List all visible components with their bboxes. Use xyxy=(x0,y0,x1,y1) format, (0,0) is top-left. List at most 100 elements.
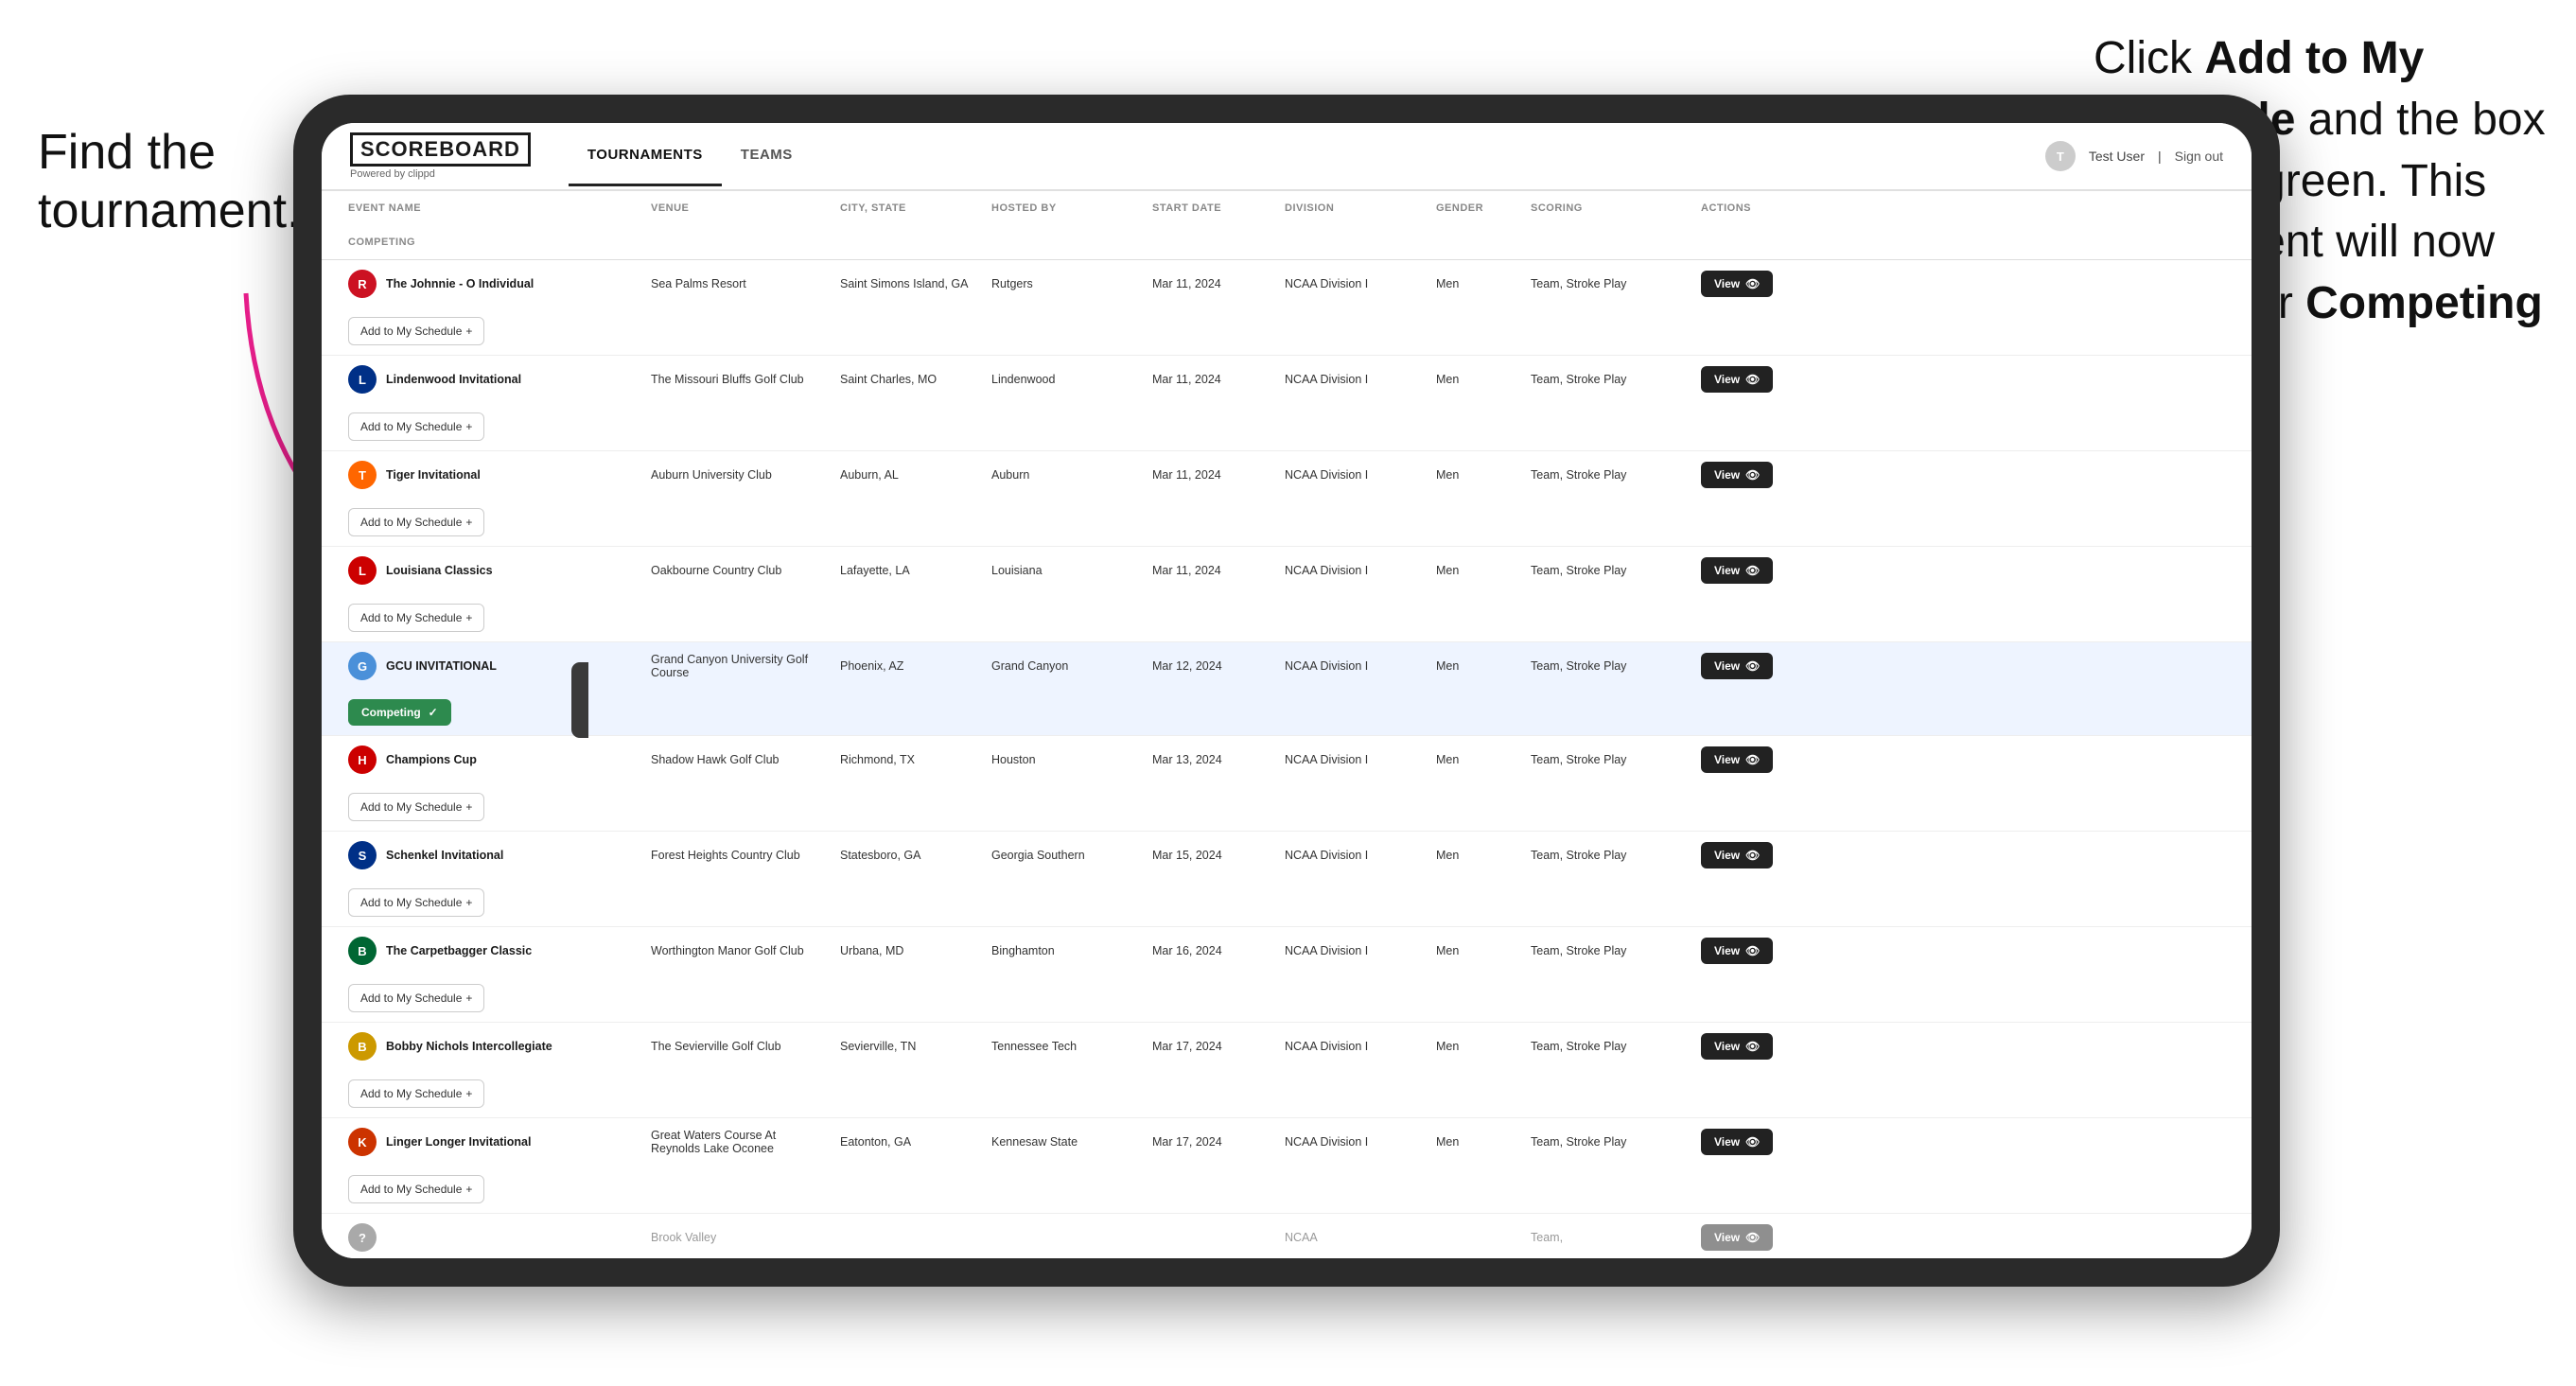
td-hosted: Louisiana xyxy=(984,554,1145,587)
competing-button[interactable]: Competing ✓ xyxy=(348,699,451,726)
td-scoring: Team, xyxy=(1523,1221,1693,1254)
check-icon: ✓ xyxy=(429,706,438,719)
td-gender: Men xyxy=(1428,650,1523,682)
eye-icon: 👁 xyxy=(1745,1231,1760,1244)
view-button[interactable]: View 👁 xyxy=(1701,271,1773,297)
event-name: Louisiana Classics xyxy=(386,564,493,577)
plus-icon: + xyxy=(465,1183,472,1196)
view-button[interactable]: View 👁 xyxy=(1701,1129,1773,1155)
table-header: EVENT NAME VENUE CITY, STATE HOSTED BY S… xyxy=(322,191,2252,260)
td-event: BThe Carpetbagger Classic xyxy=(341,927,643,974)
td-venue: The Missouri Bluffs Golf Club xyxy=(643,363,832,395)
table-row: RThe Johnnie - O IndividualSea Palms Res… xyxy=(322,260,2252,356)
tablet-frame: SCOREBOARD Powered by clippd TOURNAMENTS… xyxy=(293,95,2280,1287)
td-competing: Add to My Schedule + xyxy=(341,1166,643,1213)
td-hosted: Auburn xyxy=(984,459,1145,491)
add-to-schedule-button[interactable]: Add to My Schedule + xyxy=(348,1079,484,1108)
team-logo: K xyxy=(348,1128,377,1156)
td-scoring: Team, Stroke Play xyxy=(1523,268,1693,300)
team-logo: L xyxy=(348,556,377,585)
td-actions: View 👁 xyxy=(1693,737,1883,782)
td-gender: Men xyxy=(1428,363,1523,395)
nav-user: T Test User | Sign out xyxy=(2045,141,2223,171)
add-to-schedule-button[interactable]: Add to My Schedule + xyxy=(348,984,484,1012)
add-to-schedule-button[interactable]: Add to My Schedule + xyxy=(348,317,484,345)
td-city: Statesboro, GA xyxy=(832,839,984,871)
eye-icon: 👁 xyxy=(1745,944,1760,957)
col-scoring: SCORING xyxy=(1523,191,1693,225)
td-competing: Add to My Schedule + xyxy=(341,307,643,355)
col-event: EVENT NAME xyxy=(341,191,643,225)
add-to-schedule-button[interactable]: Add to My Schedule + xyxy=(348,793,484,821)
view-button[interactable]: View 👁 xyxy=(1701,938,1773,964)
td-gender xyxy=(1428,1228,1523,1247)
add-to-schedule-button[interactable]: Add to My Schedule + xyxy=(348,1175,484,1203)
td-division: NCAA xyxy=(1277,1221,1428,1254)
view-button[interactable]: View 👁 xyxy=(1701,746,1773,773)
td-division: NCAA Division I xyxy=(1277,1030,1428,1062)
event-name: Tiger Invitational xyxy=(386,468,481,482)
user-name: Test User xyxy=(2089,149,2145,164)
view-button[interactable]: View 👁 xyxy=(1701,366,1773,393)
td-competing: Add to My Schedule + xyxy=(341,594,643,641)
add-to-schedule-button[interactable]: Add to My Schedule + xyxy=(348,412,484,441)
event-name: The Johnnie - O Individual xyxy=(386,277,534,290)
td-gender: Men xyxy=(1428,268,1523,300)
td-division: NCAA Division I xyxy=(1277,1126,1428,1158)
td-event: BBobby Nichols Intercollegiate xyxy=(341,1023,643,1070)
logo: SCOREBOARD xyxy=(350,132,531,167)
plus-icon: + xyxy=(465,800,472,814)
view-button[interactable]: View 👁 xyxy=(1701,842,1773,868)
tab-teams[interactable]: TEAMS xyxy=(722,126,812,186)
table-row: ?Brook ValleyNCAATeam,View 👁Add to My Sc… xyxy=(322,1214,2252,1258)
plus-icon: + xyxy=(465,896,472,909)
td-date: Mar 11, 2024 xyxy=(1145,459,1277,491)
table-row: HChampions CupShadow Hawk Golf ClubRichm… xyxy=(322,736,2252,832)
td-actions: View 👁 xyxy=(1693,357,1883,402)
team-logo: L xyxy=(348,365,377,394)
event-name: Champions Cup xyxy=(386,753,477,766)
td-city: Saint Simons Island, GA xyxy=(832,268,984,300)
view-button[interactable]: View 👁 xyxy=(1701,462,1773,488)
td-event: GGCU INVITATIONAL xyxy=(341,642,643,690)
td-date: Mar 11, 2024 xyxy=(1145,363,1277,395)
td-venue: Grand Canyon University Golf Course xyxy=(643,643,832,689)
td-competing: Add to My Schedule + xyxy=(341,403,643,450)
view-button[interactable]: View 👁 xyxy=(1701,653,1773,679)
td-actions: View 👁 xyxy=(1693,643,1883,689)
td-date: Mar 11, 2024 xyxy=(1145,554,1277,587)
td-date: Mar 17, 2024 xyxy=(1145,1030,1277,1062)
view-button[interactable]: View 👁 xyxy=(1701,1033,1773,1060)
table-row: BBobby Nichols IntercollegiateThe Sevier… xyxy=(322,1023,2252,1118)
eye-icon: 👁 xyxy=(1745,753,1760,766)
table-row: GGCU INVITATIONALGrand Canyon University… xyxy=(322,642,2252,736)
add-to-schedule-button[interactable]: Add to My Schedule + xyxy=(348,888,484,917)
td-date: Mar 15, 2024 xyxy=(1145,839,1277,871)
td-venue: Worthington Manor Golf Club xyxy=(643,935,832,967)
td-venue: Forest Heights Country Club xyxy=(643,839,832,871)
td-city: Lafayette, LA xyxy=(832,554,984,587)
team-logo: B xyxy=(348,937,377,965)
td-scoring: Team, Stroke Play xyxy=(1523,554,1693,587)
sign-out-link[interactable]: Sign out xyxy=(2175,149,2223,164)
td-competing: Add to My Schedule + xyxy=(341,499,643,546)
col-competing: COMPETING xyxy=(341,225,643,259)
td-event: RThe Johnnie - O Individual xyxy=(341,260,643,307)
tablet-screen: SCOREBOARD Powered by clippd TOURNAMENTS… xyxy=(322,123,2252,1258)
add-to-schedule-button[interactable]: Add to My Schedule + xyxy=(348,604,484,632)
view-button[interactable]: View 👁 xyxy=(1701,557,1773,584)
td-scoring: Team, Stroke Play xyxy=(1523,839,1693,871)
tab-tournaments[interactable]: TOURNAMENTS xyxy=(569,126,722,186)
col-gender: GENDER xyxy=(1428,191,1523,225)
td-actions: View 👁 xyxy=(1693,1119,1883,1165)
td-event: KLinger Longer Invitational xyxy=(341,1118,643,1166)
td-gender: Men xyxy=(1428,839,1523,871)
view-button[interactable]: View 👁 xyxy=(1701,1224,1773,1251)
add-to-schedule-button[interactable]: Add to My Schedule + xyxy=(348,508,484,536)
td-division: NCAA Division I xyxy=(1277,554,1428,587)
td-scoring: Team, Stroke Play xyxy=(1523,459,1693,491)
table-row: LLindenwood InvitationalThe Missouri Blu… xyxy=(322,356,2252,451)
td-city: Urbana, MD xyxy=(832,935,984,967)
eye-icon: 👁 xyxy=(1745,468,1760,482)
td-date: Mar 17, 2024 xyxy=(1145,1126,1277,1158)
